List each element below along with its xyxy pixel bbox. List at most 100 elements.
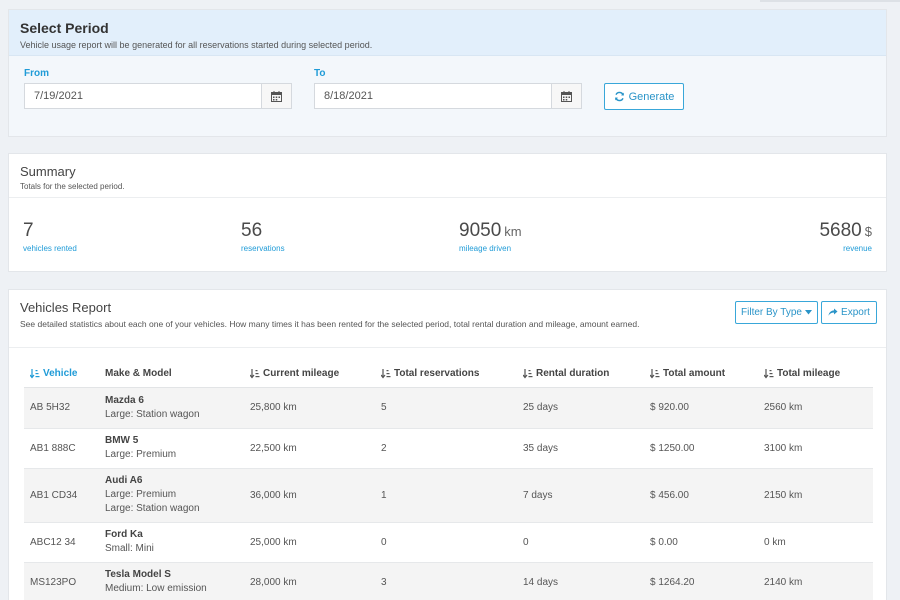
cell-total-reservations: 5 [375,387,517,429]
column-header-current-mileage[interactable]: Current mileage [244,361,375,388]
report-divider [9,347,886,348]
cell-vehicle: AB 5H32 [24,387,99,429]
stat-vehicles-rented: 7 vehicles rented [23,220,77,253]
column-header-total-reservations[interactable]: Total reservations [375,361,517,388]
caret-down-icon [804,310,812,315]
vehicles-table: Vehicle Make & Model Current mileage Tot… [24,361,873,600]
cell-make-model: Ford Ka Small: Mini [99,522,244,563]
vehicle-type: Large: Premium [105,489,177,500]
to-date-field[interactable]: 8/18/2021 [314,83,582,109]
column-header-label: Make & Model [105,368,172,380]
cell-total-amount: $ 1250.00 [644,428,758,469]
table-row[interactable]: MS123PO Tesla Model S Medium: Low emissi… [24,562,873,600]
cell-make-model: Tesla Model S Medium: Low emission [99,562,244,600]
generate-button[interactable]: Generate [604,83,684,110]
column-header-label: Total mileage [777,368,841,380]
cell-total-reservations: 0 [375,522,517,563]
summary-subtitle: Totals for the selected period. [20,182,125,191]
cell-rental-duration: 7 days [517,468,644,523]
filter-by-type-button[interactable]: Filter By Type [735,301,818,324]
from-date-value[interactable]: 7/19/2021 [25,84,261,108]
table-header-row: Vehicle Make & Model Current mileage Tot… [24,361,873,388]
stat-label: vehicles rented [23,244,77,253]
cell-total-amount: $ 1264.20 [644,562,758,600]
cell-total-amount: $ 0.00 [644,522,758,563]
stat-unit: $ [864,224,872,239]
table-row[interactable]: AB 5H32 Mazda 6 Large: Station wagon 25,… [24,387,873,429]
summary-header: Summary Totals for the selected period. [20,164,125,191]
summary-panel: Summary Totals for the selected period. … [8,153,887,272]
export-icon [828,308,838,316]
sort-icon [30,368,40,379]
to-calendar-button[interactable] [551,84,581,108]
cell-rental-duration: 35 days [517,428,644,469]
from-date-field[interactable]: 7/19/2021 [24,83,292,109]
cell-current-mileage: 36,000 km [244,468,375,523]
select-period-header: Select Period Vehicle usage report will … [9,10,886,56]
sort-icon [650,368,660,379]
make-model-name: BMW 5 [105,435,139,446]
calendar-icon [561,90,572,102]
select-period-panel: Select Period Vehicle usage report will … [8,9,887,137]
table-row[interactable]: AB1 888C BMW 5 Large: Premium 22,500 km … [24,428,873,469]
cell-total-mileage: 2560 km [758,387,873,429]
column-header-vehicle[interactable]: Vehicle [24,361,99,388]
cell-vehicle: ABC12 34 [24,522,99,563]
cell-total-mileage: 0 km [758,522,873,563]
stat-value: 5680 [819,220,862,241]
cell-make-model: Audi A6 Large: Premium Large: Station wa… [99,468,244,523]
cell-total-reservations: 1 [375,468,517,523]
column-header-label: Total amount [663,368,726,380]
cell-rental-duration: 14 days [517,562,644,600]
summary-title: Summary [20,164,76,179]
stat-value: 56 [241,220,263,241]
stat-revenue: 5680 $ revenue [819,220,872,253]
filter-label: Filter By Type [741,307,802,318]
stat-unit: km [504,224,522,239]
stat-value: 7 [23,220,34,241]
report-title: Vehicles Report [20,300,112,315]
select-period-subtitle: Vehicle usage report will be generated f… [20,40,373,50]
cell-vehicle: AB1 888C [24,428,99,469]
vehicle-type: Large: Station wagon [105,503,200,514]
column-header-rental-duration[interactable]: Rental duration [517,361,644,388]
cell-current-mileage: 25,000 km [244,522,375,563]
select-period-title: Select Period [20,20,109,36]
sort-icon [764,368,774,379]
cell-current-mileage: 28,000 km [244,562,375,600]
calendar-icon [271,90,282,102]
cell-total-mileage: 3100 km [758,428,873,469]
export-label: Export [841,307,870,318]
vehicle-type: Medium: Low emission [105,583,207,594]
cell-total-mileage: 2150 km [758,468,873,523]
cell-vehicle: AB1 CD34 [24,468,99,523]
column-header-label: Total reservations [394,368,480,380]
summary-divider [9,197,886,198]
make-model-name: Audi A6 [105,475,143,486]
report-subtitle: See detailed statistics about each one o… [20,319,640,329]
refresh-icon [614,91,624,102]
to-date-value[interactable]: 8/18/2021 [315,84,551,108]
from-calendar-button[interactable] [261,84,291,108]
table-row[interactable]: AB1 CD34 Audi A6 Large: Premium Large: S… [24,468,873,523]
vehicle-type: Large: Station wagon [105,408,200,420]
stat-label: revenue [843,244,872,253]
column-header-label: Current mileage [263,368,340,380]
stat-label: mileage driven [459,244,512,253]
column-header-total-amount[interactable]: Total amount [644,361,758,388]
cell-make-model: Mazda 6 Large: Station wagon [99,387,244,429]
vehicle-type: Large: Premium [105,449,177,460]
vehicles-report-panel: Vehicles Report See detailed statistics … [8,289,887,600]
stat-reservations: 56 reservations [241,220,285,253]
export-button[interactable]: Export [821,301,877,324]
from-label: From [24,68,49,79]
cell-rental-duration: 25 days [517,387,644,429]
stat-label: reservations [241,244,285,253]
make-model-name: Tesla Model S [105,569,171,580]
cell-total-amount: $ 456.00 [644,468,758,523]
cell-total-reservations: 3 [375,562,517,600]
column-header-make-model[interactable]: Make & Model [99,361,244,388]
cell-make-model: BMW 5 Large: Premium [99,428,244,469]
column-header-total-mileage[interactable]: Total mileage [758,361,873,388]
table-row[interactable]: ABC12 34 Ford Ka Small: Mini 25,000 km 0… [24,522,873,563]
